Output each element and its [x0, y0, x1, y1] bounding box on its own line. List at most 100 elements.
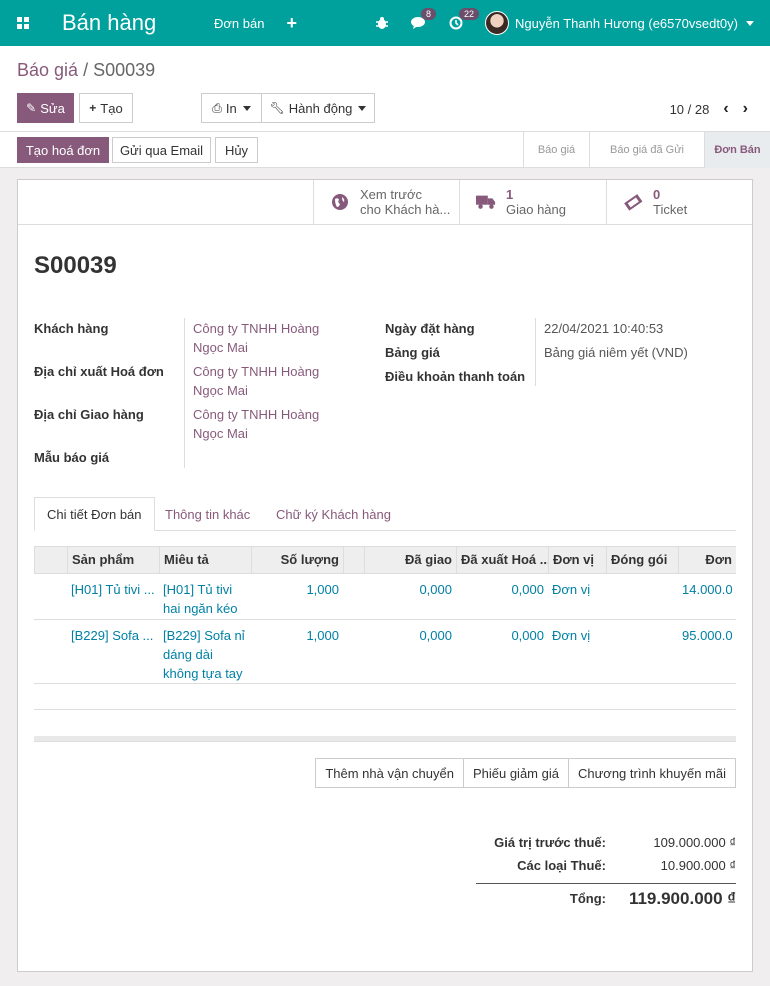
order-date-value[interactable]: 22/04/2021 10:40:53	[544, 319, 663, 338]
invoice-address-line2: Ngọc Mai	[193, 383, 248, 398]
preview-line1: Xem trước	[360, 187, 423, 202]
chevron-down-icon	[242, 105, 251, 111]
stage-sales-order[interactable]: Đơn Bán	[704, 132, 770, 168]
pager-value[interactable]: 10 / 28	[670, 102, 710, 117]
untaxed-row: Giá trị trước thuế: 109.000.000 ₫	[476, 835, 736, 858]
divider	[184, 318, 185, 468]
row-description-line: hai ngăn kéo	[163, 601, 238, 616]
delivery-address-field[interactable]: Công ty TNHH Hoàng Ngọc Mai	[193, 405, 319, 443]
taxes-value: 10.900.000 ₫	[660, 858, 736, 873]
delivery-button[interactable]: 1 Giao hàng	[459, 180, 606, 224]
add-shipping-button[interactable]: Thêm nhà vận chuyển	[315, 758, 464, 788]
order-lines-table: Sản phẩm Miêu tả Số lượng Đã giao Đã xuấ…	[34, 546, 736, 742]
template-label: Mẫu báo giá	[34, 450, 110, 465]
divider	[535, 318, 536, 386]
stage-quotation[interactable]: Báo giá	[523, 132, 589, 168]
order-actions: Thêm nhà vận chuyển Phiếu giảm giá Chươn…	[315, 758, 736, 788]
top-navbar: Bán hàng Đơn bán + 8 22 Nguyễn Thanh Hươ…	[0, 0, 770, 46]
coupon-button[interactable]: Phiếu giảm giá	[462, 758, 569, 788]
globe-icon	[330, 192, 350, 212]
ticket-icon	[623, 192, 643, 212]
row-unit-price[interactable]: 14.000.0	[678, 580, 736, 599]
handle-column	[34, 547, 67, 573]
print-label: In	[225, 100, 237, 116]
create-button[interactable]: + Tạo	[79, 93, 133, 123]
customer-line2: Ngọc Mai	[193, 340, 248, 355]
col-invoiced[interactable]: Đã xuất Hoá ...	[456, 547, 548, 573]
col-packaging[interactable]: Đóng gói	[606, 547, 678, 573]
form-sheet: Xem trước cho Khách hà... 1 Giao hàng 0 …	[17, 179, 753, 972]
breadcrumb-parent[interactable]: Báo giá	[17, 60, 78, 80]
pricelist-label: Bảng giá	[385, 345, 440, 360]
edit-button[interactable]: ✎ Sửa	[17, 93, 74, 123]
col-product[interactable]: Sản phẩm	[67, 547, 159, 573]
invoice-address-field[interactable]: Công ty TNHH Hoàng Ngọc Mai	[193, 362, 319, 400]
plus-icon: +	[89, 101, 97, 115]
delivery-label: Giao hàng	[506, 202, 566, 217]
col-delivered[interactable]: Đã giao	[364, 547, 456, 573]
user-menu[interactable]: Nguyễn Thanh Hương (e6570vsedt0y)	[485, 11, 754, 35]
row-description-line: [H01] Tủ tivi	[163, 582, 233, 597]
ticket-button[interactable]: 0 Ticket	[606, 180, 752, 224]
pager: 10 / 28 ‹ ›	[670, 100, 748, 118]
messages-icon[interactable]: 8	[411, 8, 437, 30]
smart-buttons: Xem trước cho Khách hà... 1 Giao hàng 0 …	[18, 180, 752, 225]
customer-label: Khách hàng	[34, 321, 109, 336]
action-dropdown[interactable]: 🔧︎ Hành động	[261, 93, 375, 123]
row-delivered: 0,000	[419, 582, 452, 597]
pencil-icon: ✎	[26, 101, 37, 115]
ticket-count: 0	[653, 187, 661, 202]
breadcrumb-separator: /	[83, 60, 89, 80]
menu-orders[interactable]: Đơn bán	[214, 16, 264, 31]
row-product[interactable]: [B229] Sofa ...	[67, 626, 159, 645]
col-unit-price[interactable]: Đơn	[678, 547, 736, 573]
tab-customer-signature[interactable]: Chữ ký Khách hàng	[264, 497, 403, 531]
row-delivered: 0,000	[419, 628, 452, 643]
empty-row	[34, 684, 736, 710]
customer-field[interactable]: Công ty TNHH Hoàng Ngọc Mai	[193, 319, 319, 357]
apps-menu-icon[interactable]	[0, 0, 46, 46]
row-quantity[interactable]: 1,000	[251, 626, 343, 645]
tab-order-lines[interactable]: Chi tiết Đơn bán	[34, 497, 155, 531]
activities-icon[interactable]: 22	[449, 8, 480, 30]
invoice-address-line1: Công ty TNHH Hoàng	[193, 364, 320, 379]
bug-icon[interactable]	[375, 16, 389, 30]
cancel-button[interactable]: Hủy	[215, 137, 258, 163]
promotion-button[interactable]: Chương trình khuyến mãi	[567, 758, 736, 788]
truck-icon	[476, 192, 496, 212]
create-invoice-button[interactable]: Tạo hoá đơn	[17, 137, 109, 163]
row-unit-price[interactable]: 95.000.0	[678, 626, 736, 645]
col-description[interactable]: Miêu tả	[159, 547, 251, 573]
print-dropdown[interactable]: ⎙ In	[201, 93, 262, 123]
chevron-left-icon[interactable]: ‹	[723, 100, 728, 118]
breadcrumb-current: S00039	[93, 60, 156, 80]
row-description-line: dáng dài	[163, 647, 213, 662]
col-quantity[interactable]: Số lượng	[251, 547, 343, 573]
stage-quotation-sent[interactable]: Báo giá đã Gửi	[589, 132, 704, 168]
row-uom[interactable]: Đơn vị	[548, 626, 606, 645]
chevron-right-icon[interactable]: ›	[743, 100, 748, 118]
order-totals: Giá trị trước thuế: 109.000.000 ₫ Các lo…	[476, 835, 736, 912]
row-description[interactable]: [H01] Tủ tivi hai ngăn kéo	[159, 580, 251, 618]
table-row[interactable]: [B229] Sofa ... [B229] Sofa nỉ dáng dài …	[34, 620, 736, 684]
preview-button[interactable]: Xem trước cho Khách hà...	[313, 180, 459, 224]
table-footer	[34, 736, 736, 742]
quick-create-plus[interactable]: +	[286, 13, 297, 34]
pricelist-value[interactable]: Bảng giá niêm yết (VND)	[544, 343, 688, 362]
user-name: Nguyễn Thanh Hương (e6570vsedt0y)	[515, 15, 738, 31]
row-invoiced: 0,000	[511, 582, 544, 597]
row-description-line: [B229] Sofa nỉ	[163, 628, 245, 643]
row-uom[interactable]: Đơn vị	[548, 580, 606, 599]
col-uom[interactable]: Đơn vị	[548, 547, 606, 573]
total-value: 119.900.000 ₫	[628, 889, 736, 908]
row-product[interactable]: [H01] Tủ tivi ...	[67, 580, 159, 599]
send-email-button[interactable]: Gửi qua Email	[112, 137, 211, 163]
row-description[interactable]: [B229] Sofa nỉ dáng dài không tựa tay	[159, 626, 251, 683]
app-brand[interactable]: Bán hàng	[62, 10, 192, 36]
row-quantity[interactable]: 1,000	[251, 580, 343, 599]
tab-other-info[interactable]: Thông tin khác	[153, 497, 262, 531]
preview-line2: cho Khách hà...	[360, 202, 451, 217]
create-label: Tạo	[100, 100, 123, 116]
edit-label: Sửa	[40, 100, 65, 116]
table-row[interactable]: [H01] Tủ tivi ... [H01] Tủ tivi hai ngăn…	[34, 574, 736, 620]
